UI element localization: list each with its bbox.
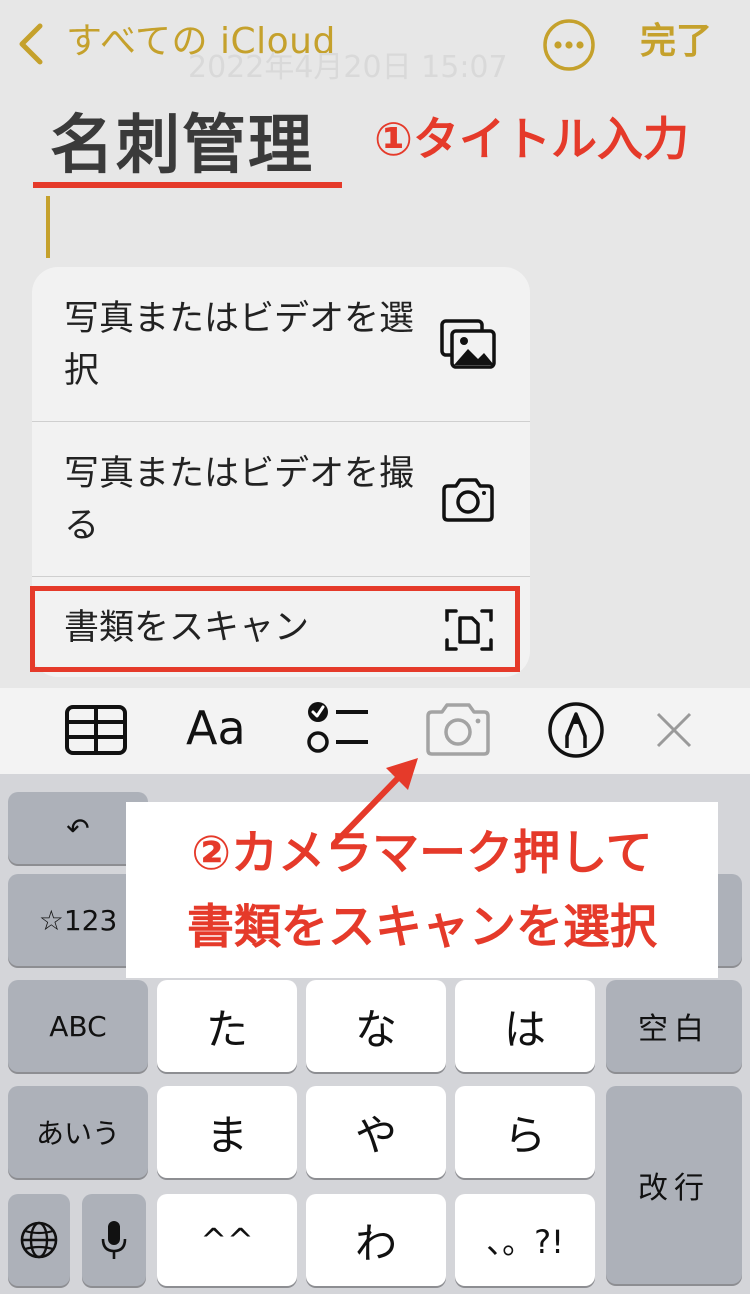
key-return[interactable]: 改行 [606, 1086, 742, 1284]
key-globe[interactable] [8, 1194, 70, 1286]
annotation-step2-line2: 書類をスキャンを選択 [187, 900, 657, 955]
scan-highlight-annotation [30, 586, 520, 672]
title-underline-annotation [33, 182, 342, 188]
camera-icon[interactable] [424, 702, 492, 758]
microphone-icon [101, 1221, 127, 1259]
globe-icon [20, 1221, 58, 1259]
table-icon[interactable] [64, 704, 128, 756]
annotation-arrow-icon [331, 758, 418, 847]
key-ta[interactable]: た [157, 980, 297, 1072]
key-ra[interactable]: ら [455, 1086, 595, 1178]
note-title[interactable]: 名刺管理 [50, 108, 314, 184]
key-punctuation[interactable]: 、。?! [455, 1194, 595, 1286]
menu-item-label: 写真またはビデオを撮る [64, 454, 415, 546]
photo-library-icon [440, 319, 496, 369]
text-cursor [46, 196, 50, 258]
key-ha[interactable]: は [455, 980, 595, 1072]
key-ya[interactable]: や [306, 1086, 446, 1178]
done-button[interactable]: 完了 [640, 20, 712, 64]
key-emoticon[interactable]: ^^ [157, 1194, 297, 1286]
close-icon[interactable] [654, 710, 694, 750]
key-na[interactable]: な [306, 980, 446, 1072]
key-ma[interactable]: ま [157, 1086, 297, 1178]
key-abc[interactable]: ABC [8, 980, 148, 1072]
key-space[interactable]: 空白 [606, 980, 742, 1072]
chevron-left-icon[interactable] [12, 20, 52, 68]
text-format-icon[interactable]: Aa [186, 698, 246, 758]
checklist-icon[interactable] [306, 698, 370, 758]
more-options-icon[interactable] [542, 18, 596, 72]
key-wa[interactable]: わ [306, 1194, 446, 1286]
markup-icon[interactable] [546, 700, 606, 760]
annotation-step1: ①タイトル入力 [374, 112, 689, 166]
key-dictation[interactable] [82, 1194, 146, 1286]
camera-icon [442, 478, 494, 522]
menu-item-take-photo-video[interactable]: 写真またはビデオを撮る [32, 422, 530, 577]
note-date: 2022年4月20日 15:07 [188, 50, 508, 85]
key-kana[interactable]: あいう [8, 1086, 148, 1178]
menu-item-choose-photo-video[interactable]: 写真またはビデオを選択 [32, 267, 530, 422]
menu-item-label: 写真またはビデオを選択 [64, 299, 415, 391]
